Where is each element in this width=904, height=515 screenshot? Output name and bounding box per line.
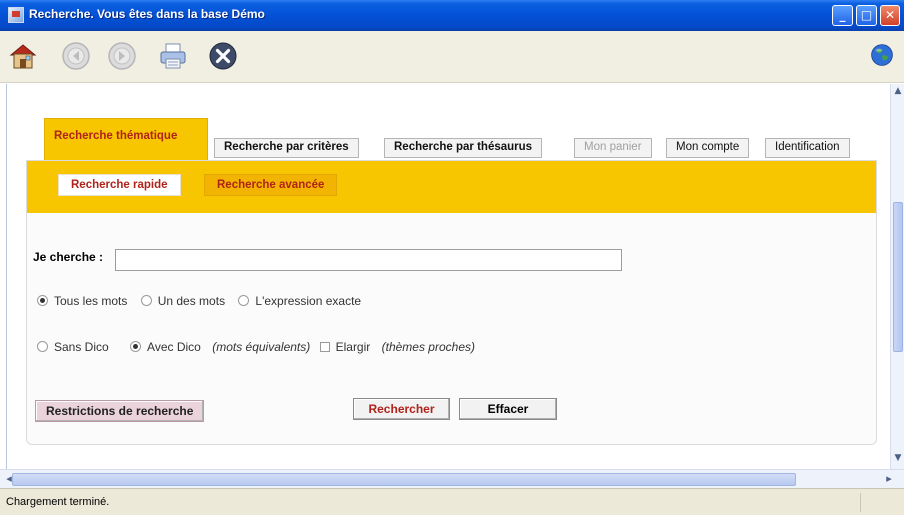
search-label: Je cherche :	[33, 250, 104, 264]
home-icon[interactable]	[8, 41, 38, 71]
app-icon	[8, 7, 24, 23]
horizontal-scrollbar[interactable]: ◂ ▸	[0, 469, 904, 488]
tab-identification[interactable]: Identification	[765, 138, 850, 158]
option-label: Un des mots	[157, 294, 226, 308]
checkbox[interactable]	[319, 342, 330, 352]
radio-button[interactable]	[238, 295, 250, 306]
dico-options: Sans Dico Avec Dico (mots équivalents) E…	[37, 340, 475, 354]
scroll-right-icon[interactable]: ▸	[882, 472, 896, 486]
tab-mon-compte[interactable]: Mon compte	[666, 138, 750, 158]
status-bar: Chargement terminé.	[0, 488, 904, 515]
option-sans-dico[interactable]: Sans Dico	[37, 340, 109, 354]
match-options: Tous les mots Un des mots L'expression e…	[37, 294, 371, 308]
status-text: Chargement terminé.	[6, 496, 110, 508]
elargir-note: (thèmes proches)	[381, 340, 475, 354]
minimize-button[interactable]: _	[832, 5, 853, 26]
tab-mon-panier[interactable]: Mon panier	[574, 138, 652, 158]
toolbar	[0, 31, 904, 83]
radio-button[interactable]	[130, 341, 142, 352]
tab-recherche-par-criteres[interactable]: Recherche par critères	[214, 138, 359, 158]
option-label: Tous les mots	[54, 294, 128, 308]
avec-dico-note: (mots équivalents)	[212, 340, 311, 354]
window-title: Recherche. Vous êtes dans la base Démo	[29, 7, 265, 21]
restrictions-button[interactable]: Restrictions de recherche	[35, 400, 205, 422]
option-label: L'expression exacte	[255, 294, 362, 308]
clear-button[interactable]: Effacer	[459, 398, 557, 420]
horizontal-scroll-thumb[interactable]	[12, 473, 796, 486]
title-bar: Recherche. Vous êtes dans la base Démo _…	[0, 0, 904, 31]
radio-button[interactable]	[37, 295, 48, 306]
vertical-scroll-thumb[interactable]	[893, 202, 903, 352]
status-divider	[860, 493, 861, 512]
subtab-recherche-rapide[interactable]: Recherche rapide	[58, 174, 181, 196]
option-label: Sans Dico	[54, 340, 109, 354]
vertical-scrollbar[interactable]: ▲ ▼	[890, 84, 904, 469]
subtab-recherche-avancee[interactable]: Recherche avancée	[204, 174, 338, 196]
tab-recherche-thematique[interactable]: Recherche thématique	[44, 118, 208, 160]
match-option-all-words[interactable]: Tous les mots	[37, 294, 127, 308]
tab-recherche-par-thesaurus[interactable]: Recherche par thésaurus	[384, 138, 543, 158]
scroll-up-icon[interactable]: ▲	[892, 86, 904, 100]
close-circle-icon[interactable]	[208, 41, 238, 71]
radio-button[interactable]	[37, 341, 48, 352]
option-elargir[interactable]: Elargir	[319, 340, 371, 354]
match-option-any-word[interactable]: Un des mots	[140, 294, 226, 308]
match-option-exact-phrase[interactable]: L'expression exacte	[238, 294, 361, 308]
scroll-down-icon[interactable]: ▼	[892, 453, 904, 467]
radio-button[interactable]	[140, 295, 152, 306]
option-label: Avec Dico	[147, 340, 201, 354]
search-button[interactable]: Rechercher	[353, 398, 450, 420]
option-label: Elargir	[335, 340, 371, 354]
subtabs-bar: Recherche rapide Recherche avancée	[27, 161, 876, 213]
print-icon[interactable]	[158, 41, 188, 71]
close-button[interactable]: ✕	[880, 5, 900, 26]
search-panel: Recherche rapide Recherche avancée Je ch…	[26, 160, 877, 445]
back-icon[interactable]	[61, 41, 91, 71]
option-avec-dico[interactable]: Avec Dico	[130, 340, 201, 354]
maximize-button[interactable]: □	[856, 5, 877, 26]
forward-icon[interactable]	[107, 41, 137, 71]
globe-icon[interactable]	[870, 43, 894, 67]
search-input[interactable]	[115, 249, 622, 271]
